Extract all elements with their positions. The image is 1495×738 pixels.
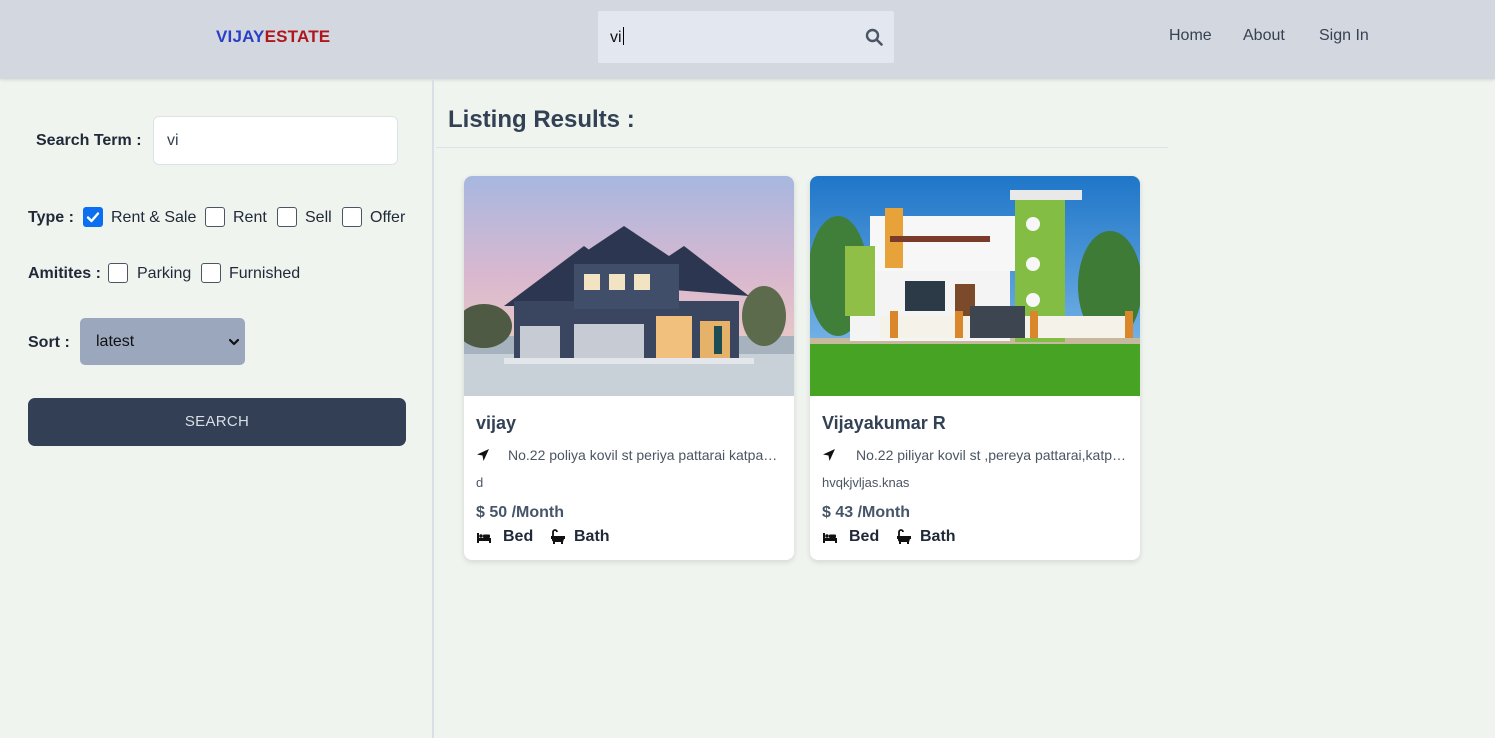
nav-home-link[interactable]: Home bbox=[1169, 27, 1212, 45]
listing-description: d bbox=[476, 475, 484, 490]
chevron-down-icon bbox=[228, 335, 240, 353]
amenity-option-parking: Parking bbox=[137, 265, 192, 282]
listing-description: hvqkjvljas.knas bbox=[822, 475, 910, 490]
nav-sign-in-link[interactable]: Sign In bbox=[1319, 27, 1369, 45]
type-option-rent-and-sale: Rent & Sale bbox=[111, 209, 197, 226]
checkbox-furnished[interactable] bbox=[201, 263, 221, 283]
logo-part-vijay: VIJAY bbox=[216, 27, 265, 46]
bath-icon bbox=[896, 529, 912, 550]
checkbox-rent[interactable] bbox=[205, 207, 225, 227]
sort-label: Sort : bbox=[28, 334, 70, 351]
bed-icon bbox=[476, 530, 492, 549]
listing-bath-label: Bath bbox=[920, 528, 956, 545]
listing-image-house[interactable] bbox=[464, 176, 794, 396]
search-button[interactable]: SEARCH bbox=[28, 398, 406, 446]
text-caret bbox=[622, 27, 624, 45]
search-term-value: vi bbox=[167, 132, 179, 149]
listing-address: No.22 poliya kovil st periya pattarai ka… bbox=[476, 446, 782, 466]
type-label: Type : bbox=[28, 209, 74, 226]
listing-image-house[interactable] bbox=[810, 176, 1140, 396]
listing-card[interactable]: Vijayakumar R No.22 piliyar kovil st ,pe… bbox=[810, 176, 1140, 560]
sort-selected-value: latest bbox=[96, 333, 135, 350]
listing-title[interactable]: Vijayakumar R bbox=[822, 413, 946, 434]
location-arrow-icon bbox=[822, 448, 836, 467]
sort-select[interactable]: latest bbox=[80, 318, 245, 365]
checkbox-offer[interactable] bbox=[342, 207, 362, 227]
top-navbar: VIJAYESTATE vi Home About Sign In bbox=[0, 0, 1495, 79]
search-term-label: Search Term : bbox=[36, 132, 142, 149]
checkbox-parking[interactable] bbox=[108, 263, 128, 283]
header-search-input[interactable]: vi bbox=[598, 11, 894, 63]
listing-bed-label: Bed bbox=[849, 528, 880, 545]
search-icon[interactable] bbox=[865, 28, 883, 51]
search-term-input[interactable]: vi bbox=[153, 116, 398, 165]
checkbox-rent-and-sale[interactable] bbox=[83, 207, 103, 227]
listing-address-text: No.22 poliya kovil st periya pattarai ka… bbox=[508, 447, 780, 463]
nav-about-link[interactable]: About bbox=[1243, 27, 1285, 45]
listing-card[interactable]: vijay No.22 poliya kovil st periya patta… bbox=[464, 176, 794, 560]
site-logo[interactable]: VIJAYESTATE bbox=[216, 27, 330, 47]
listing-bath-label: Bath bbox=[574, 528, 610, 545]
logo-part-estate: ESTATE bbox=[264, 27, 331, 46]
amenities-label: Amitites : bbox=[28, 265, 101, 282]
type-option-rent: Rent bbox=[233, 209, 267, 226]
listing-results-title: Listing Results : bbox=[448, 106, 635, 133]
listing-address-text: No.22 piliyar kovil st ,pereya pattarai,… bbox=[856, 447, 1128, 463]
bed-icon bbox=[822, 530, 838, 549]
header-search-value: vi bbox=[610, 29, 622, 46]
results-divider bbox=[436, 147, 1168, 148]
listing-bed-label: Bed bbox=[503, 528, 534, 545]
type-option-sell: Sell bbox=[305, 209, 332, 226]
bath-icon bbox=[550, 529, 566, 550]
location-arrow-icon bbox=[476, 448, 490, 467]
listing-title[interactable]: vijay bbox=[476, 413, 516, 434]
listing-price: $ 43 /Month bbox=[822, 504, 911, 521]
checkbox-sell[interactable] bbox=[277, 207, 297, 227]
listing-price: $ 50 /Month bbox=[476, 504, 565, 521]
listing-address: No.22 piliyar kovil st ,pereya pattarai,… bbox=[822, 446, 1128, 466]
amenity-option-furnished: Furnished bbox=[229, 265, 301, 282]
type-option-offer: Offer bbox=[370, 209, 406, 226]
